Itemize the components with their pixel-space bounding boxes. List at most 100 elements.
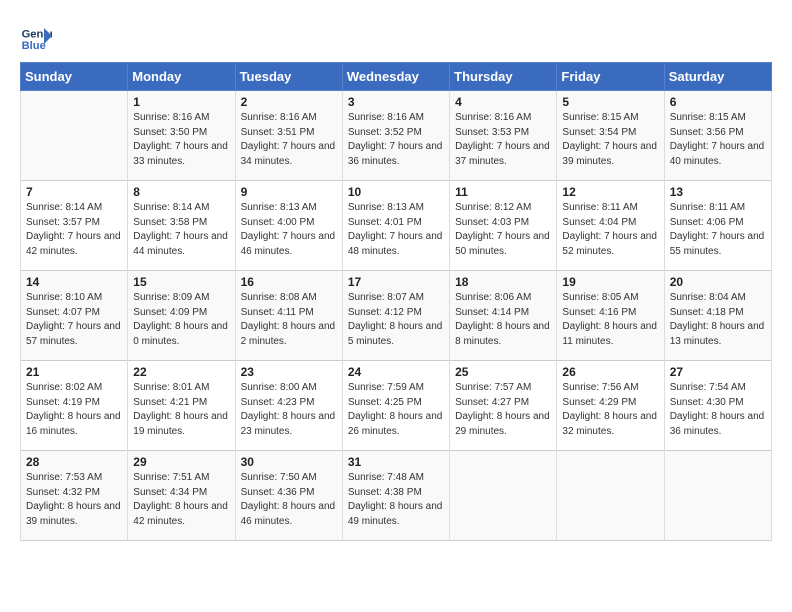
cell-info: Sunrise: 8:09 AMSunset: 4:09 PMDaylight:… [133,291,229,349]
calendar-cell: 7 Sunrise: 8:14 AMSunset: 3:57 PMDayligh… [21,181,128,271]
calendar-cell: 10 Sunrise: 8:13 AMSunset: 4:01 PMDaylig… [342,181,449,271]
cell-info: Sunrise: 8:04 AMSunset: 4:18 PMDaylight:… [670,291,766,349]
day-number: 20 [670,275,766,289]
calendar-cell: 28 Sunrise: 7:53 AMSunset: 4:32 PMDaylig… [21,451,128,541]
cell-info: Sunrise: 8:15 AMSunset: 3:56 PMDaylight:… [670,111,766,169]
day-number: 23 [241,365,337,379]
cell-info: Sunrise: 8:16 AMSunset: 3:51 PMDaylight:… [241,111,337,169]
calendar-cell: 2 Sunrise: 8:16 AMSunset: 3:51 PMDayligh… [235,91,342,181]
calendar-cell: 26 Sunrise: 7:56 AMSunset: 4:29 PMDaylig… [557,361,664,451]
calendar-cell: 18 Sunrise: 8:06 AMSunset: 4:14 PMDaylig… [450,271,557,361]
day-number: 30 [241,455,337,469]
calendar-cell: 9 Sunrise: 8:13 AMSunset: 4:00 PMDayligh… [235,181,342,271]
cell-info: Sunrise: 8:11 AMSunset: 4:06 PMDaylight:… [670,201,766,259]
cell-info: Sunrise: 7:53 AMSunset: 4:32 PMDaylight:… [26,471,122,529]
calendar-cell: 31 Sunrise: 7:48 AMSunset: 4:38 PMDaylig… [342,451,449,541]
cell-info: Sunrise: 8:15 AMSunset: 3:54 PMDaylight:… [562,111,658,169]
calendar-cell: 27 Sunrise: 7:54 AMSunset: 4:30 PMDaylig… [664,361,771,451]
cell-info: Sunrise: 8:10 AMSunset: 4:07 PMDaylight:… [26,291,122,349]
calendar-cell: 29 Sunrise: 7:51 AMSunset: 4:34 PMDaylig… [128,451,235,541]
day-number: 17 [348,275,444,289]
day-number: 7 [26,185,122,199]
day-number: 4 [455,95,551,109]
day-number: 12 [562,185,658,199]
calendar-cell: 22 Sunrise: 8:01 AMSunset: 4:21 PMDaylig… [128,361,235,451]
day-number: 5 [562,95,658,109]
calendar-cell: 20 Sunrise: 8:04 AMSunset: 4:18 PMDaylig… [664,271,771,361]
calendar-header-wednesday: Wednesday [342,63,449,91]
day-number: 15 [133,275,229,289]
calendar-week-5: 28 Sunrise: 7:53 AMSunset: 4:32 PMDaylig… [21,451,772,541]
day-number: 1 [133,95,229,109]
cell-info: Sunrise: 8:16 AMSunset: 3:53 PMDaylight:… [455,111,551,169]
day-number: 16 [241,275,337,289]
day-number: 25 [455,365,551,379]
cell-info: Sunrise: 8:12 AMSunset: 4:03 PMDaylight:… [455,201,551,259]
day-number: 11 [455,185,551,199]
day-number: 24 [348,365,444,379]
calendar-cell: 16 Sunrise: 8:08 AMSunset: 4:11 PMDaylig… [235,271,342,361]
cell-info: Sunrise: 8:16 AMSunset: 3:52 PMDaylight:… [348,111,444,169]
calendar-cell: 15 Sunrise: 8:09 AMSunset: 4:09 PMDaylig… [128,271,235,361]
calendar-cell: 1 Sunrise: 8:16 AMSunset: 3:50 PMDayligh… [128,91,235,181]
page-header: General Blue [20,20,772,52]
cell-info: Sunrise: 8:01 AMSunset: 4:21 PMDaylight:… [133,381,229,439]
day-number: 26 [562,365,658,379]
day-number: 29 [133,455,229,469]
calendar-cell: 5 Sunrise: 8:15 AMSunset: 3:54 PMDayligh… [557,91,664,181]
cell-info: Sunrise: 8:00 AMSunset: 4:23 PMDaylight:… [241,381,337,439]
calendar-cell: 13 Sunrise: 8:11 AMSunset: 4:06 PMDaylig… [664,181,771,271]
calendar-cell: 3 Sunrise: 8:16 AMSunset: 3:52 PMDayligh… [342,91,449,181]
cell-info: Sunrise: 8:14 AMSunset: 3:58 PMDaylight:… [133,201,229,259]
day-number: 27 [670,365,766,379]
calendar-cell: 4 Sunrise: 8:16 AMSunset: 3:53 PMDayligh… [450,91,557,181]
day-number: 9 [241,185,337,199]
cell-info: Sunrise: 7:54 AMSunset: 4:30 PMDaylight:… [670,381,766,439]
day-number: 28 [26,455,122,469]
calendar-header-thursday: Thursday [450,63,557,91]
day-number: 3 [348,95,444,109]
cell-info: Sunrise: 8:07 AMSunset: 4:12 PMDaylight:… [348,291,444,349]
calendar-cell: 19 Sunrise: 8:05 AMSunset: 4:16 PMDaylig… [557,271,664,361]
cell-info: Sunrise: 8:16 AMSunset: 3:50 PMDaylight:… [133,111,229,169]
calendar-body: 1 Sunrise: 8:16 AMSunset: 3:50 PMDayligh… [21,91,772,541]
calendar-cell [21,91,128,181]
calendar-cell: 8 Sunrise: 8:14 AMSunset: 3:58 PMDayligh… [128,181,235,271]
calendar-week-2: 7 Sunrise: 8:14 AMSunset: 3:57 PMDayligh… [21,181,772,271]
calendar-cell: 6 Sunrise: 8:15 AMSunset: 3:56 PMDayligh… [664,91,771,181]
cell-info: Sunrise: 7:56 AMSunset: 4:29 PMDaylight:… [562,381,658,439]
cell-info: Sunrise: 7:57 AMSunset: 4:27 PMDaylight:… [455,381,551,439]
cell-info: Sunrise: 7:51 AMSunset: 4:34 PMDaylight:… [133,471,229,529]
cell-info: Sunrise: 8:06 AMSunset: 4:14 PMDaylight:… [455,291,551,349]
cell-info: Sunrise: 8:14 AMSunset: 3:57 PMDaylight:… [26,201,122,259]
day-number: 8 [133,185,229,199]
calendar-cell: 23 Sunrise: 8:00 AMSunset: 4:23 PMDaylig… [235,361,342,451]
calendar-header-friday: Friday [557,63,664,91]
day-number: 6 [670,95,766,109]
calendar-cell [450,451,557,541]
calendar-week-4: 21 Sunrise: 8:02 AMSunset: 4:19 PMDaylig… [21,361,772,451]
cell-info: Sunrise: 7:59 AMSunset: 4:25 PMDaylight:… [348,381,444,439]
calendar-cell: 14 Sunrise: 8:10 AMSunset: 4:07 PMDaylig… [21,271,128,361]
calendar-cell: 24 Sunrise: 7:59 AMSunset: 4:25 PMDaylig… [342,361,449,451]
cell-info: Sunrise: 8:08 AMSunset: 4:11 PMDaylight:… [241,291,337,349]
calendar-header-row: SundayMondayTuesdayWednesdayThursdayFrid… [21,63,772,91]
day-number: 2 [241,95,337,109]
calendar-header-tuesday: Tuesday [235,63,342,91]
calendar-cell [664,451,771,541]
calendar-header-monday: Monday [128,63,235,91]
logo: General Blue [20,20,54,52]
cell-info: Sunrise: 7:48 AMSunset: 4:38 PMDaylight:… [348,471,444,529]
cell-info: Sunrise: 8:11 AMSunset: 4:04 PMDaylight:… [562,201,658,259]
cell-info: Sunrise: 8:13 AMSunset: 4:00 PMDaylight:… [241,201,337,259]
calendar-table: SundayMondayTuesdayWednesdayThursdayFrid… [20,62,772,541]
calendar-cell: 12 Sunrise: 8:11 AMSunset: 4:04 PMDaylig… [557,181,664,271]
logo-icon: General Blue [20,20,52,52]
cell-info: Sunrise: 7:50 AMSunset: 4:36 PMDaylight:… [241,471,337,529]
day-number: 21 [26,365,122,379]
day-number: 19 [562,275,658,289]
calendar-header-sunday: Sunday [21,63,128,91]
calendar-cell: 17 Sunrise: 8:07 AMSunset: 4:12 PMDaylig… [342,271,449,361]
day-number: 10 [348,185,444,199]
day-number: 13 [670,185,766,199]
